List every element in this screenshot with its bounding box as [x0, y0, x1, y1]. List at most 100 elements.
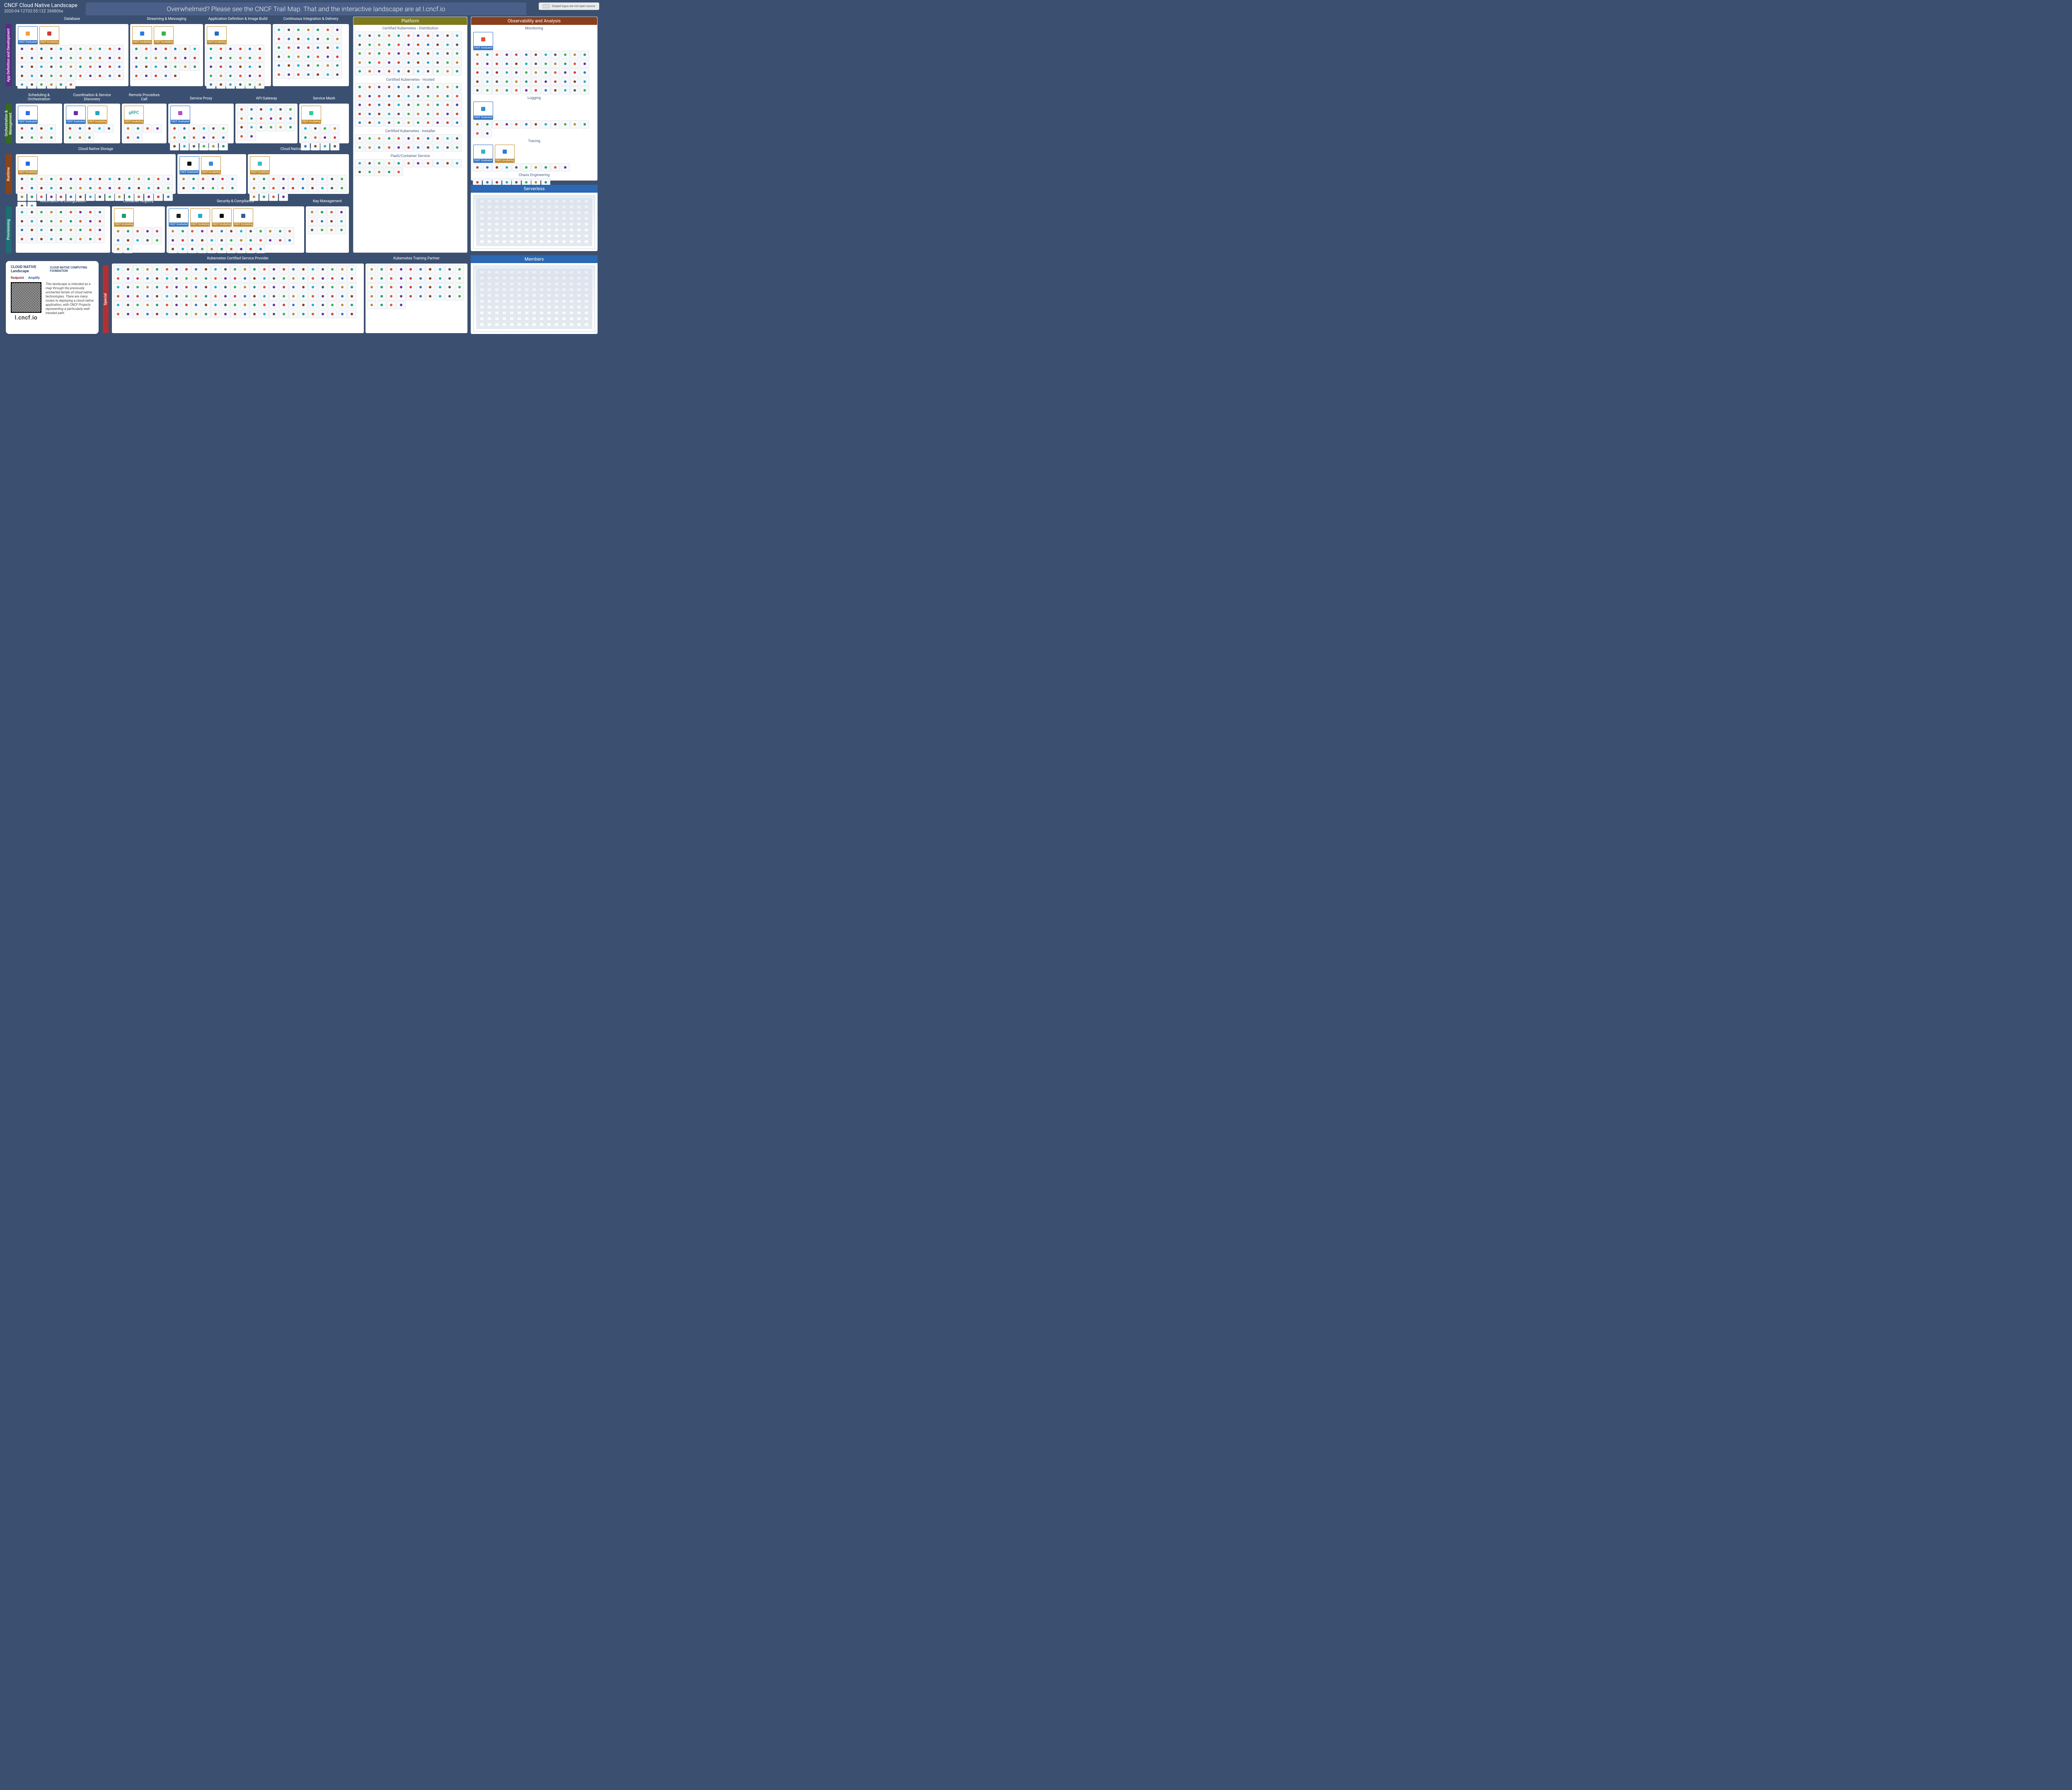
project-tile[interactable] — [426, 265, 435, 273]
project-tile[interactable] — [17, 133, 27, 142]
project-tile[interactable] — [237, 114, 246, 123]
category-storage[interactable]: Cloud Native Storage CNCF Incubating — [16, 154, 176, 194]
project-tile[interactable] — [385, 92, 394, 100]
hero-cloudevents[interactable]: CNCF Incubating — [132, 26, 152, 44]
project-tile[interactable] — [443, 101, 452, 109]
project-tile[interactable] — [355, 119, 364, 127]
project-tile[interactable] — [201, 274, 211, 283]
project-tile[interactable] — [206, 72, 215, 80]
project-tile[interactable] — [426, 292, 435, 300]
project-tile[interactable] — [152, 283, 162, 291]
project-tile[interactable] — [531, 51, 540, 59]
project-tile[interactable] — [216, 63, 225, 71]
project-tile[interactable] — [433, 49, 442, 58]
project-tile[interactable] — [182, 274, 191, 283]
project-tile[interactable] — [66, 63, 75, 71]
category-cicd[interactable]: Continuous Integration & Delivery — [273, 24, 349, 86]
project-tile[interactable] — [240, 301, 249, 309]
project-tile[interactable] — [266, 236, 275, 244]
project-tile[interactable] — [245, 63, 254, 71]
project-tile[interactable] — [284, 26, 293, 34]
project-tile[interactable] — [365, 31, 374, 40]
project-tile[interactable] — [298, 184, 307, 192]
project-tile[interactable] — [95, 45, 104, 53]
project-tile[interactable] — [115, 72, 124, 80]
project-tile[interactable] — [365, 92, 374, 100]
project-tile[interactable] — [161, 54, 170, 62]
project-tile[interactable] — [240, 265, 249, 273]
project-tile[interactable] — [288, 175, 298, 183]
project-tile[interactable] — [365, 119, 374, 127]
project-tile[interactable] — [105, 72, 114, 80]
project-tile[interactable] — [377, 292, 386, 300]
project-tile[interactable] — [323, 44, 332, 52]
project-tile[interactable] — [171, 54, 180, 62]
project-tile[interactable] — [385, 83, 394, 91]
project-tile[interactable] — [227, 227, 236, 235]
project-tile[interactable] — [317, 217, 327, 225]
project-tile[interactable] — [168, 227, 177, 235]
project-tile[interactable] — [171, 45, 180, 53]
project-tile[interactable] — [104, 124, 114, 133]
project-tile[interactable] — [123, 265, 133, 273]
project-tile[interactable] — [416, 292, 425, 300]
project-tile[interactable] — [397, 274, 406, 283]
project-tile[interactable] — [274, 26, 283, 34]
project-tile[interactable] — [47, 63, 56, 71]
project-tile[interactable] — [385, 67, 394, 75]
project-tile[interactable] — [95, 54, 104, 62]
project-tile[interactable] — [95, 235, 104, 243]
project-tile[interactable] — [133, 310, 142, 318]
project-tile[interactable] — [236, 63, 245, 71]
hero-opa[interactable]: CNCF Incubating — [233, 208, 253, 227]
project-tile[interactable] — [570, 86, 579, 94]
project-tile[interactable] — [17, 217, 27, 225]
project-tile[interactable] — [304, 53, 313, 61]
project-tile[interactable] — [27, 208, 36, 216]
project-tile[interactable] — [436, 283, 445, 291]
project-tile[interactable] — [551, 60, 560, 68]
hero-rook[interactable]: CNCF Incubating — [18, 156, 38, 174]
project-tile[interactable] — [561, 120, 570, 128]
project-tile[interactable] — [266, 123, 276, 131]
project-tile[interactable] — [483, 51, 492, 59]
project-tile[interactable] — [443, 67, 452, 75]
project-tile[interactable] — [284, 35, 293, 43]
project-tile[interactable] — [143, 274, 152, 283]
project-tile[interactable] — [86, 63, 95, 71]
project-tile[interactable] — [27, 72, 36, 80]
project-tile[interactable] — [304, 61, 313, 70]
project-tile[interactable] — [123, 292, 133, 300]
project-tile[interactable] — [385, 119, 394, 127]
project-tile[interactable] — [17, 80, 27, 89]
project-tile[interactable] — [123, 236, 133, 244]
project-tile[interactable] — [561, 163, 570, 172]
project-tile[interactable] — [172, 292, 181, 300]
project-tile[interactable] — [385, 49, 394, 58]
project-tile[interactable] — [328, 283, 337, 291]
project-tile[interactable] — [47, 175, 56, 183]
project-tile[interactable] — [172, 283, 181, 291]
project-tile[interactable] — [191, 301, 201, 309]
project-tile[interactable] — [230, 274, 240, 283]
project-tile[interactable] — [274, 61, 283, 70]
project-tile[interactable] — [162, 301, 172, 309]
project-tile[interactable] — [375, 110, 384, 118]
project-tile[interactable] — [143, 236, 152, 244]
project-tile[interactable] — [249, 184, 259, 192]
project-tile[interactable] — [375, 143, 384, 152]
project-tile[interactable] — [308, 184, 317, 192]
project-tile[interactable] — [142, 72, 151, 80]
project-tile[interactable] — [541, 163, 550, 172]
project-tile[interactable] — [414, 31, 423, 40]
project-tile[interactable] — [424, 41, 433, 49]
project-tile[interactable] — [66, 54, 75, 62]
category-app-definition[interactable]: Application Definition & Image Build CNC… — [205, 24, 271, 86]
project-tile[interactable] — [256, 245, 265, 253]
project-tile[interactable] — [304, 44, 313, 52]
project-tile[interactable] — [328, 265, 337, 273]
project-tile[interactable] — [114, 265, 123, 273]
project-tile[interactable] — [394, 143, 403, 152]
project-tile[interactable] — [522, 163, 531, 172]
project-tile[interactable] — [86, 184, 95, 192]
